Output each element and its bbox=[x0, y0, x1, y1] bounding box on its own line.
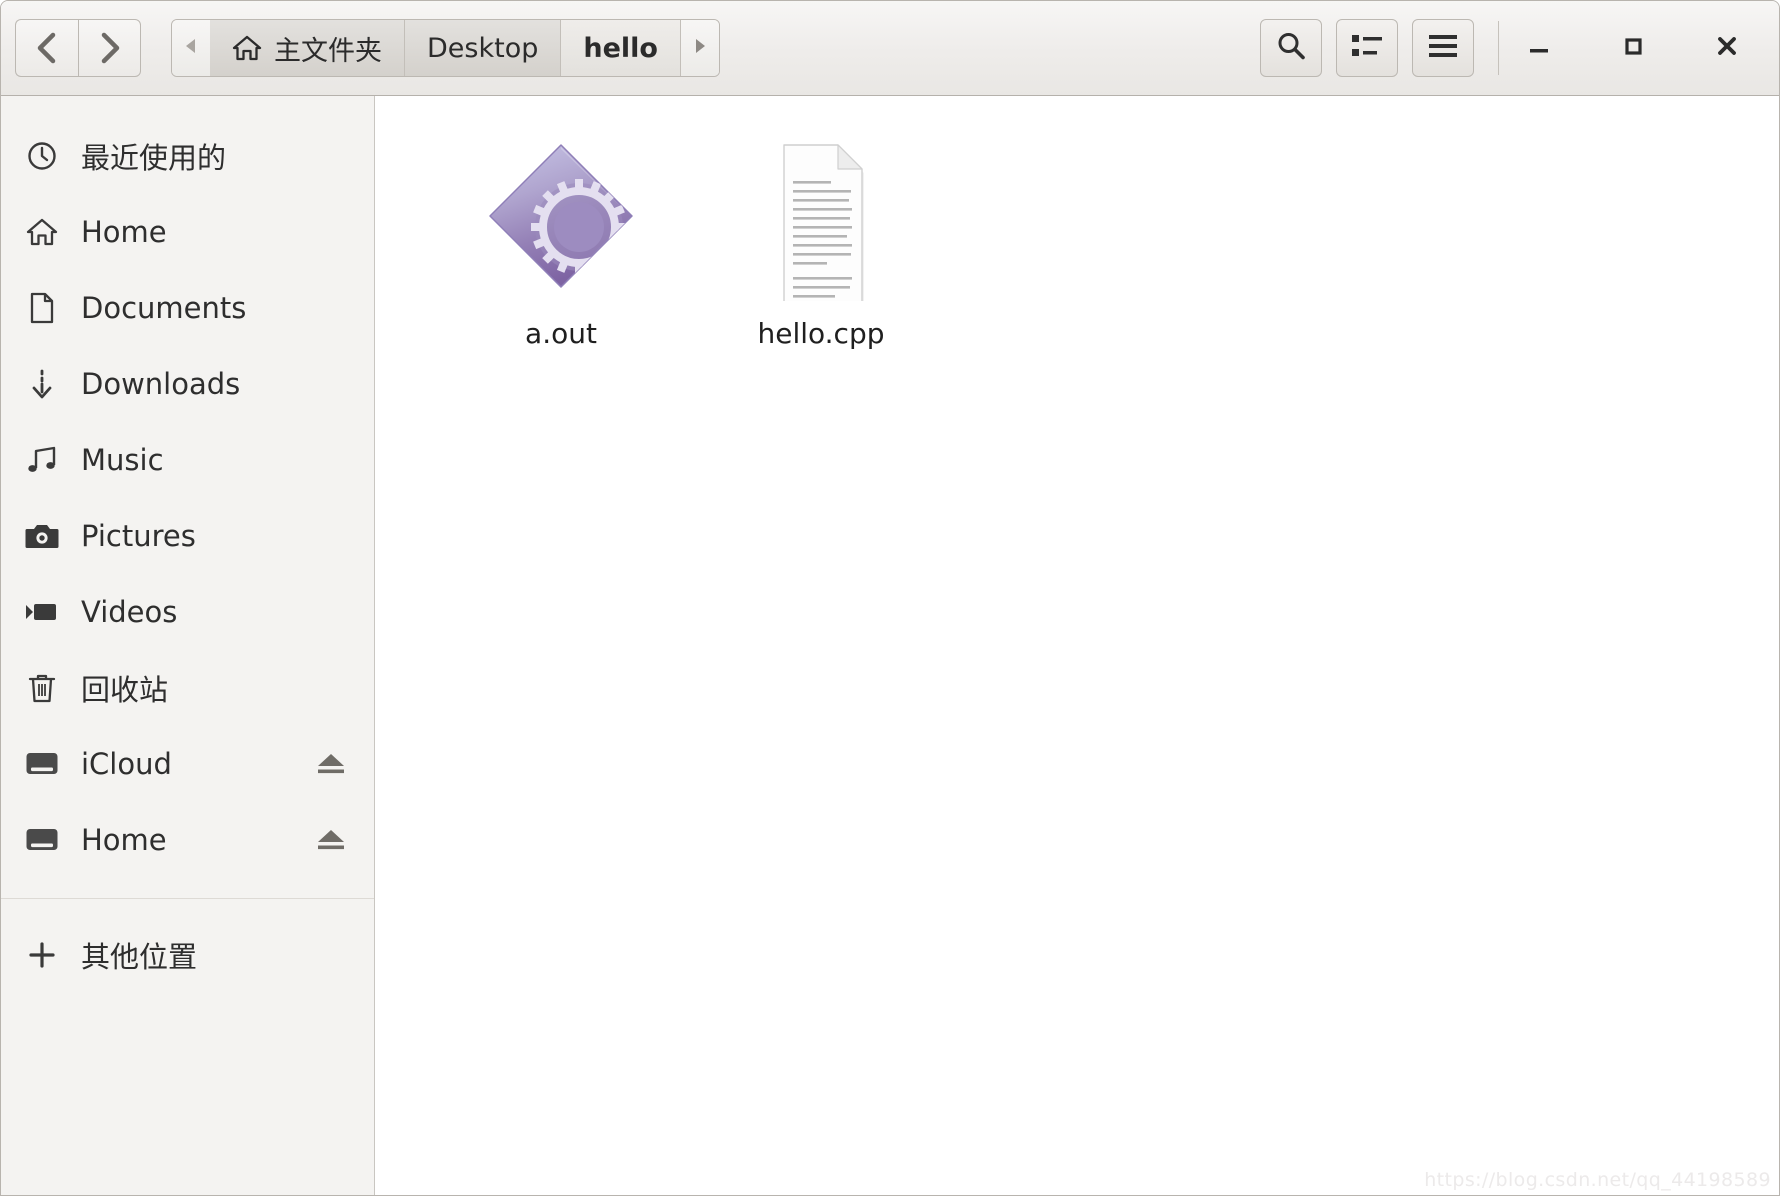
sidebar-item-icloud[interactable]: iCloud bbox=[1, 726, 374, 802]
sidebar-item-label: Pictures bbox=[81, 519, 196, 553]
drive-icon bbox=[25, 747, 59, 781]
sidebar-item-label: Documents bbox=[81, 291, 247, 325]
breadcrumb-label: hello bbox=[583, 32, 658, 64]
close-button[interactable] bbox=[1705, 26, 1749, 70]
sidebar-item-label: Home bbox=[81, 215, 167, 249]
breadcrumb-item-desktop[interactable]: Desktop bbox=[405, 20, 562, 76]
download-icon bbox=[25, 367, 59, 401]
menu-button[interactable] bbox=[1412, 19, 1474, 77]
header-bar: 主文件夹 Desktop hello bbox=[1, 1, 1779, 96]
file-item-a-out[interactable]: a.out bbox=[431, 120, 691, 350]
trash-icon bbox=[25, 671, 59, 705]
sidebar-item-trash[interactable]: 回收站 bbox=[1, 650, 374, 726]
file-label: a.out bbox=[525, 317, 597, 350]
watermark: https://blog.csdn.net/qq_44198589 bbox=[1424, 1169, 1771, 1191]
camera-icon bbox=[25, 519, 59, 553]
header-actions bbox=[1260, 19, 1474, 77]
search-button[interactable] bbox=[1260, 19, 1322, 77]
breadcrumb-label: Desktop bbox=[427, 32, 539, 64]
home-icon bbox=[232, 34, 262, 62]
minimize-button[interactable] bbox=[1517, 26, 1561, 70]
sidebar-item-label: Downloads bbox=[81, 367, 241, 401]
sidebar-item-recent[interactable]: 最近使用的 bbox=[1, 118, 374, 194]
file-manager-window: 主文件夹 Desktop hello 最近使用的 Home Documents … bbox=[0, 0, 1780, 1196]
window-controls bbox=[1517, 26, 1765, 70]
triangle-left-icon bbox=[184, 37, 198, 59]
plus-icon bbox=[25, 938, 59, 972]
file-item-hello-cpp[interactable]: hello.cpp bbox=[691, 120, 951, 350]
file-label: hello.cpp bbox=[757, 317, 885, 350]
sidebar-item-videos[interactable]: Videos bbox=[1, 574, 374, 650]
view-toggle-button[interactable] bbox=[1336, 19, 1398, 77]
sidebar-item-music[interactable]: Music bbox=[1, 422, 374, 498]
path-next-button[interactable] bbox=[680, 20, 719, 76]
sidebar: 最近使用的 Home Documents Downloads Music Pic… bbox=[1, 96, 375, 1195]
navigation-button-group bbox=[15, 19, 141, 77]
window-body: 最近使用的 Home Documents Downloads Music Pic… bbox=[1, 96, 1779, 1195]
eject-icon[interactable] bbox=[314, 823, 348, 857]
sidebar-item-label: 其他位置 bbox=[81, 940, 198, 974]
sidebar-item-label: 最近使用的 bbox=[81, 141, 227, 175]
path-previous-button[interactable] bbox=[172, 20, 210, 76]
music-note-icon bbox=[25, 443, 59, 477]
video-camera-icon bbox=[25, 595, 59, 629]
header-separator bbox=[1498, 21, 1499, 75]
close-icon bbox=[1712, 31, 1742, 65]
search-icon bbox=[1274, 29, 1308, 67]
drive-icon bbox=[25, 823, 59, 857]
sidebar-item-home-drive[interactable]: Home bbox=[1, 802, 374, 878]
sidebar-item-label: Music bbox=[81, 443, 164, 477]
sidebar-item-label: iCloud bbox=[81, 747, 172, 781]
minimize-icon bbox=[1524, 31, 1554, 65]
breadcrumb: 主文件夹 Desktop hello bbox=[171, 19, 720, 77]
sidebar-item-downloads[interactable]: Downloads bbox=[1, 346, 374, 422]
eject-icon[interactable] bbox=[314, 747, 348, 781]
list-view-icon bbox=[1351, 33, 1383, 63]
sidebar-item-pictures[interactable]: Pictures bbox=[1, 498, 374, 574]
document-icon bbox=[25, 291, 59, 325]
sidebar-item-home[interactable]: Home bbox=[1, 194, 374, 270]
sidebar-item-label: 回收站 bbox=[81, 673, 169, 707]
breadcrumb-item-home[interactable]: 主文件夹 bbox=[210, 20, 405, 76]
text-document-icon bbox=[734, 128, 909, 303]
back-button[interactable] bbox=[15, 19, 78, 77]
breadcrumb-item-hello[interactable]: hello bbox=[561, 20, 681, 76]
sidebar-item-other-locations[interactable]: 其他位置 bbox=[1, 917, 374, 993]
file-list-view[interactable]: a.out hello.cpp https://blog.csdn.net/qq… bbox=[375, 96, 1779, 1195]
chevron-left-icon bbox=[35, 31, 59, 65]
sidebar-item-label: Videos bbox=[81, 595, 178, 629]
clock-icon bbox=[25, 139, 59, 173]
sidebar-divider bbox=[1, 898, 374, 899]
executable-gear-icon bbox=[474, 128, 649, 303]
chevron-right-icon bbox=[98, 31, 122, 65]
forward-button[interactable] bbox=[78, 19, 141, 77]
icon-grid: a.out hello.cpp bbox=[431, 120, 1779, 350]
sidebar-item-label: Home bbox=[81, 823, 167, 857]
home-icon bbox=[25, 215, 59, 249]
triangle-right-icon bbox=[693, 37, 707, 59]
breadcrumb-label: 主文件夹 bbox=[274, 35, 382, 67]
maximize-icon bbox=[1618, 31, 1648, 65]
hamburger-menu-icon bbox=[1427, 33, 1459, 63]
sidebar-item-documents[interactable]: Documents bbox=[1, 270, 374, 346]
maximize-button[interactable] bbox=[1611, 26, 1655, 70]
